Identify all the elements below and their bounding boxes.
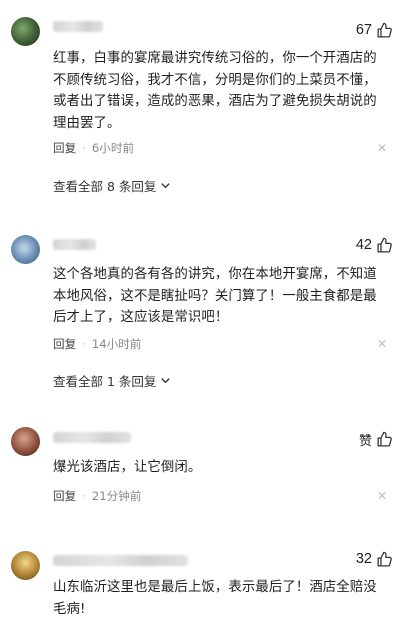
timestamp: 14小时前 (91, 337, 142, 351)
separator: · (82, 337, 86, 351)
timestamp: 6小时前 (91, 141, 135, 155)
username-blurred[interactable] (53, 432, 131, 443)
thumbs-up-icon (377, 22, 392, 38)
thumbs-up-icon (377, 237, 392, 253)
like-count: 67 (355, 22, 372, 38)
avatar[interactable] (11, 427, 40, 456)
view-all-label: 查看全部 8 条回复 (53, 178, 157, 194)
like-button[interactable]: 42 (356, 235, 393, 255)
separator: · (82, 141, 86, 155)
avatar[interactable] (11, 17, 40, 46)
username-blurred[interactable] (53, 239, 96, 250)
comment-item: 32 山东临沂这里也是最后上饭，表示最后了！酒店全赔没毛病! (0, 535, 407, 617)
username-blurred[interactable] (53, 555, 188, 566)
comment-meta: 回复 · 14小时前 (53, 335, 141, 353)
avatar[interactable] (11, 235, 40, 264)
close-icon[interactable]: ✕ (377, 337, 387, 351)
comment-text: 山东临沂这里也是最后上饭，表示最后了！酒店全赔没毛病! (53, 580, 377, 617)
reply-button[interactable]: 回复 (53, 336, 76, 352)
comment-text: 红事，白事的宴席最讲究传统习俗的，你一个开酒店的不顾传统习俗，我才不信，分明是你… (53, 51, 377, 131)
thumbs-up-icon (377, 551, 392, 567)
comment-item: 42 这个各地真的各有各的讲究，你在本地开宴席，不知道本地风俗，这不是瞎扯吗？关… (0, 220, 407, 410)
view-all-label: 查看全部 1 条回复 (53, 373, 157, 389)
avatar[interactable] (11, 551, 40, 580)
like-button[interactable]: 32 (356, 549, 393, 569)
close-icon[interactable]: ✕ (377, 141, 387, 155)
reply-button[interactable]: 回复 (53, 488, 76, 504)
comment-text: 这个各地真的各有各的讲究，你在本地开宴席，不知道本地风俗，这不是瞎扯吗？关门算了… (53, 267, 377, 325)
like-button[interactable]: 67 (356, 20, 393, 40)
view-all-replies-button[interactable]: 查看全部 8 条回复 (53, 175, 171, 195)
username-blurred[interactable] (53, 21, 103, 32)
reply-button[interactable]: 回复 (53, 140, 76, 156)
like-label: 赞 (358, 433, 372, 449)
comment-text: 爆光该酒店，让它倒闭。 (53, 460, 202, 475)
separator: · (82, 489, 86, 503)
timestamp: 21分钟前 (91, 489, 142, 503)
comment-meta: 回复 · 21分钟前 (53, 487, 141, 505)
thumbs-up-icon (377, 431, 392, 447)
like-count: 42 (355, 237, 372, 253)
comment-meta: 回复 · 6小时前 (53, 139, 134, 157)
chevron-down-icon (161, 182, 171, 188)
comment-item: 赞 爆光该酒店，让它倒闭。 回复 · 21分钟前 ✕ (0, 420, 407, 520)
view-all-replies-button[interactable]: 查看全部 1 条回复 (53, 370, 171, 390)
like-button[interactable]: 赞 (359, 429, 393, 449)
like-count: 32 (355, 551, 372, 567)
chevron-down-icon (161, 377, 171, 383)
close-icon[interactable]: ✕ (377, 489, 387, 503)
comment-item: 67 红事，白事的宴席最讲究传统习俗的，你一个开酒店的不顾传统习俗，我才不信，分… (0, 0, 407, 210)
